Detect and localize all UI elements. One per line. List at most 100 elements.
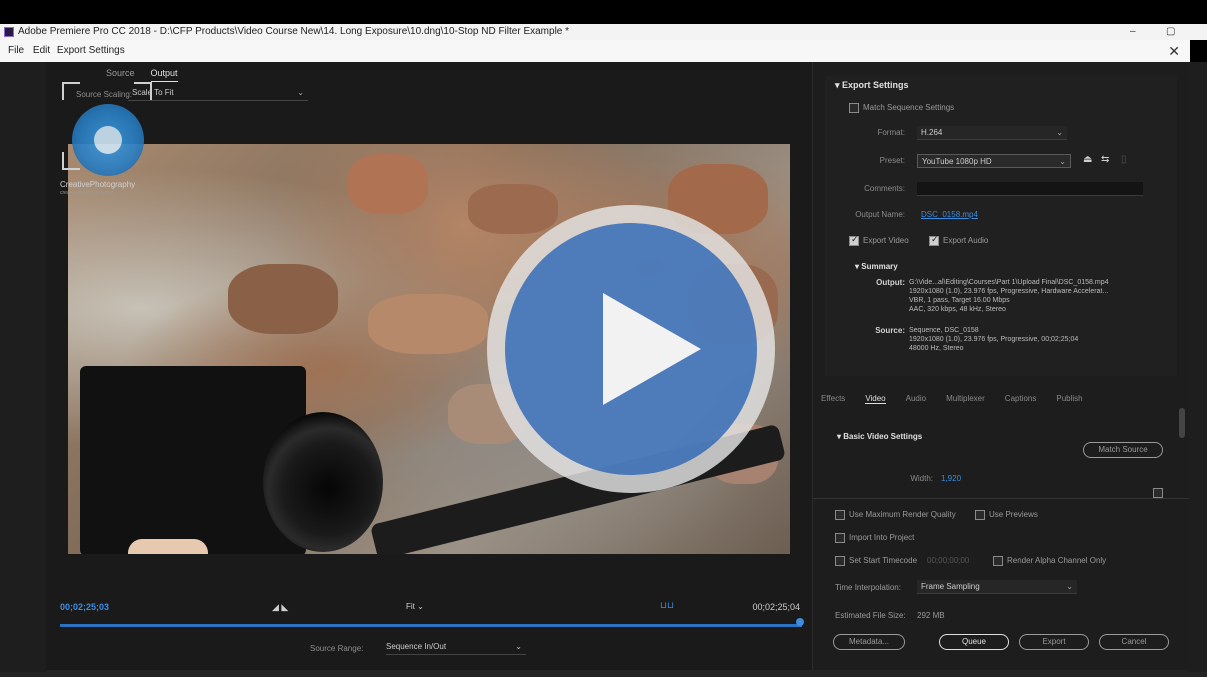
left-app-panels [0,62,46,672]
export-video-label: Export Video [863,236,909,245]
width-value[interactable]: 1,920 [941,474,961,483]
tab-video[interactable]: Video [865,394,886,404]
settings-panel: ▾ Export Settings Match Sequence Setting… [812,62,1189,670]
dialog-title-bar: File Edit Export Settings ✕ [0,40,1190,62]
summary-title[interactable]: ▾ Summary [855,262,898,271]
rock-shape [368,294,488,354]
format-value: H.264 [921,128,943,137]
output-name-link[interactable]: DSC_0158.mp4 [921,210,978,219]
summary-line: 48000 Hz, Stereo [909,345,964,352]
tab-publish[interactable]: Publish [1056,394,1082,404]
timecode-in[interactable]: 00;02;25;03 [60,602,109,612]
basic-video-settings-title[interactable]: ▾ Basic Video Settings [837,432,922,441]
output-name-label: Output Name: [855,210,905,219]
tab-captions[interactable]: Captions [1005,394,1037,404]
export-audio-checkbox[interactable] [929,234,939,246]
hand-thumb [128,539,208,554]
import-into-project-checkbox[interactable] [835,533,845,543]
import-preset-icon[interactable]: ⇆ [1101,154,1109,165]
save-preset-icon[interactable]: ⏏ [1083,154,1092,165]
rock-shape [228,264,338,334]
summary-line: VBR, 1 pass, Target 16.00 Mbps [909,297,1010,304]
summary-source: Sequence, DSC_0158 1920x1080 (1.0), 23.9… [909,326,1159,353]
set-start-timecode-label: Set Start Timecode [849,556,918,565]
summary-line: 1920x1080 (1.0), 23.976 fps, Progressive… [909,336,1079,343]
preset-label: Preset: [879,156,905,165]
set-in-out-icon[interactable]: ◢ ◣ [272,602,288,613]
restore-button[interactable]: ▢ [1166,24,1175,40]
file-size-value: 292 MB [917,611,945,620]
export-settings-section: ▾ Export Settings Match Sequence Setting… [825,76,1177,376]
timeline-track[interactable] [60,624,802,627]
queue-button[interactable]: Queue [939,634,1009,650]
time-interpolation-select[interactable]: Frame Sampling ⌄ [917,580,1077,594]
play-icon [603,293,701,405]
tab-effects[interactable]: Effects [821,394,845,404]
source-range-select[interactable]: Sequence In/Out ⌄ [386,642,526,655]
render-alpha-checkbox[interactable] [993,556,1003,566]
timecode-out: 00;02;25;04 [752,602,800,612]
preset-select[interactable]: YouTube 1080p HD ⌄ [917,154,1071,168]
tab-audio[interactable]: Audio [906,394,926,404]
export-settings-title[interactable]: ▾ Export Settings [835,80,909,91]
format-select[interactable]: H.264 ⌄ [917,126,1067,140]
lock-aspect-checkbox[interactable] [1153,488,1163,498]
app-title: Adobe Premiere Pro CC 2018 - D:\CFP Prod… [18,26,570,37]
dialog-title: Export Settings [56,45,125,56]
logo-corner [134,82,152,100]
export-button[interactable]: Export [1019,634,1089,650]
rock-shape [348,154,428,214]
fit-select[interactable]: Fit ⌄ [406,602,424,611]
minimize-button[interactable]: – [1130,24,1136,40]
chevron-down-icon: ⌄ [1066,582,1073,591]
use-previews-label: Use Previews [989,510,1038,519]
settings-scrollbar[interactable] [1179,408,1185,438]
close-icon[interactable]: ✕ [1168,40,1180,62]
time-interpolation-label: Time Interpolation: [835,583,901,592]
delete-preset-icon[interactable]: ▯ [1121,154,1127,165]
time-interpolation-value: Frame Sampling [921,582,980,591]
divider [813,498,1189,499]
settings-tabs: Effects Video Audio Multiplexer Captions… [821,394,1083,404]
source-range-value: Sequence In/Out [386,642,447,651]
import-into-project-label: Import Into Project [849,533,915,542]
source-range-label: Source Range: [310,644,364,653]
menu-edit[interactable]: Edit [33,45,50,56]
match-source-button[interactable]: Match Source [1083,442,1163,458]
summary-line: 1920x1080 (1.0), 23.976 fps, Progressive… [909,288,1109,295]
app-title-bar: Adobe Premiere Pro CC 2018 - D:\CFP Prod… [0,24,1207,40]
play-button-overlay[interactable] [487,205,775,493]
metadata-button[interactable]: Metadata... [833,634,905,650]
playhead-handle[interactable] [796,618,804,626]
summary-line: AAC, 320 kbps, 48 kHz, Stereo [909,306,1006,313]
tab-multiplexer[interactable]: Multiplexer [946,394,985,404]
camera-lens [263,412,383,552]
cancel-button[interactable]: Cancel [1099,634,1169,650]
chevron-down-icon: ⌄ [1059,157,1066,166]
comments-field[interactable] [917,182,1143,196]
summary-line: G:\Vide...al\Editing\Courses\Part 1\Uplo… [909,279,1109,286]
right-app-panels [1188,62,1207,672]
aspect-toggle-icon[interactable]: ⊔⊔ [660,600,674,611]
chevron-down-icon: ⌄ [297,88,304,97]
fit-value: Fit [406,602,415,611]
menu-file[interactable]: File [8,45,24,56]
file-size-label: Estimated File Size: [835,611,906,620]
match-sequence-checkbox[interactable] [849,103,859,113]
chevron-down-icon: ⌄ [1056,128,1063,137]
use-previews-checkbox[interactable] [975,510,985,520]
comments-label: Comments: [864,184,905,193]
export-video-checkbox[interactable] [849,234,859,246]
summary-output: G:\Vide...al\Editing\Courses\Part 1\Uplo… [909,278,1159,314]
max-render-quality-checkbox[interactable] [835,510,845,520]
max-render-quality-label: Use Maximum Render Quality [849,510,956,519]
logo-text: CreativePhotography [60,180,136,189]
start-timecode-value[interactable]: 00;00;00;00 [927,556,969,565]
creative-photography-logo: CreativePhotography creativephotography.… [60,76,160,196]
set-start-timecode-checkbox[interactable] [835,556,845,566]
top-black-bar [0,0,1207,24]
render-alpha-label: Render Alpha Channel Only [1007,556,1107,565]
premiere-icon [4,27,14,37]
chevron-down-icon: ⌄ [515,642,522,651]
format-label: Format: [877,128,905,137]
